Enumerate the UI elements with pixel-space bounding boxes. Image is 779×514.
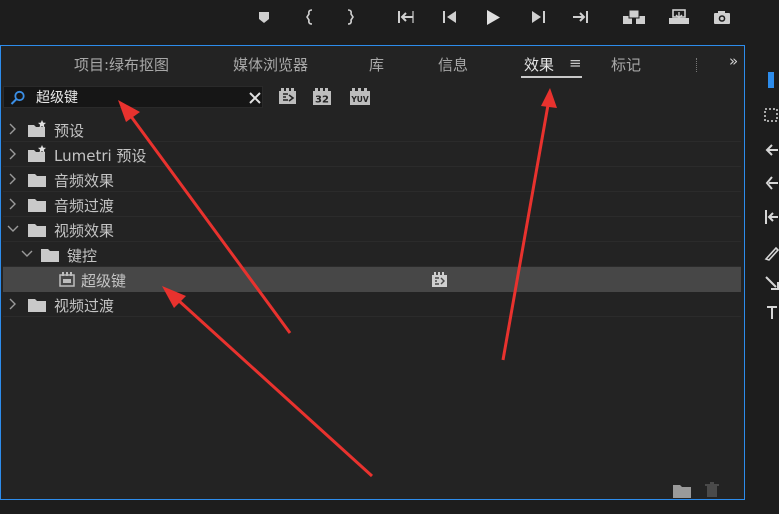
- tree-item-audio-effects[interactable]: 音频效果: [3, 167, 741, 192]
- tab-markers[interactable]: 标记: [611, 54, 641, 75]
- 32-bit-label: 32: [315, 95, 329, 106]
- tree-item-keying[interactable]: 键控: [3, 242, 741, 267]
- more-tabs-icon[interactable]: »: [729, 52, 738, 70]
- tree-item-video-effects[interactable]: 视频效果: [3, 217, 741, 242]
- chevron-down-icon[interactable]: [7, 222, 19, 236]
- tree-item-label: Lumetri 预设: [54, 147, 147, 165]
- tree-item-audio-transitions[interactable]: 音频过渡: [3, 192, 741, 217]
- chevron-right-icon[interactable]: [7, 122, 19, 136]
- tree-item-label: 预设: [54, 122, 85, 140]
- tree-item-label: 音频过渡: [54, 197, 115, 215]
- play-icon[interactable]: [483, 8, 503, 26]
- search-input[interactable]: [36, 88, 236, 106]
- 32-bit-icon[interactable]: 32: [312, 88, 332, 106]
- step-back-icon[interactable]: [440, 8, 460, 26]
- selection-tool-icon[interactable]: [764, 72, 779, 88]
- search-icon: [10, 90, 26, 110]
- new-bin-icon[interactable]: [673, 483, 691, 502]
- search-box: [3, 86, 263, 108]
- mark-in-icon[interactable]: [300, 8, 320, 26]
- go-to-out-icon[interactable]: [570, 8, 590, 26]
- insert-icon[interactable]: [622, 8, 646, 26]
- mark-out-icon[interactable]: [340, 8, 360, 26]
- tree-item-label: 音频效果: [54, 172, 115, 190]
- slip-tool-icon[interactable]: [764, 275, 779, 291]
- tools-panel: [761, 60, 779, 360]
- yuv-icon[interactable]: YUV: [349, 88, 371, 105]
- track-select-icon[interactable]: [764, 108, 779, 124]
- tab-libraries[interactable]: 库: [369, 54, 384, 75]
- folder-icon: [41, 249, 59, 262]
- tree-item-label: 键控: [67, 247, 98, 265]
- rate-stretch-icon[interactable]: [764, 209, 779, 225]
- accelerated-effects-icon: [432, 272, 447, 287]
- accelerated-effects-icon[interactable]: [278, 88, 298, 105]
- yuv-label: YUV: [350, 95, 369, 104]
- folder-icon: [28, 224, 46, 237]
- ripple-edit-icon[interactable]: [764, 142, 779, 158]
- tab-effects[interactable]: 效果: [524, 54, 554, 75]
- chevron-right-icon[interactable]: [7, 172, 19, 186]
- tab-divider: [696, 58, 698, 72]
- tree-item-label: 视频过渡: [54, 297, 115, 315]
- tree-item-ultra-key[interactable]: 超级键: [3, 267, 741, 292]
- tree-item-lumetri-presets[interactable]: Lumetri 预设: [3, 142, 741, 167]
- preset-folder-icon: [28, 120, 46, 137]
- chevron-right-icon[interactable]: [7, 147, 19, 161]
- chevron-down-icon[interactable]: [21, 247, 33, 261]
- marker-icon[interactable]: [254, 8, 274, 26]
- pen-tool-icon[interactable]: [764, 305, 779, 321]
- preset-folder-icon: [28, 145, 46, 162]
- overwrite-icon[interactable]: [668, 8, 690, 26]
- chevron-right-icon[interactable]: [7, 297, 19, 311]
- chevron-right-icon[interactable]: [7, 197, 19, 211]
- export-frame-icon[interactable]: [712, 8, 732, 26]
- effect-icon: [59, 272, 75, 287]
- clear-search-icon[interactable]: [248, 90, 262, 109]
- tab-media-browser[interactable]: 媒体浏览器: [233, 54, 308, 75]
- tree-item-label: 视频效果: [54, 222, 115, 240]
- panel-tab-bar: 项目:绿布抠图 媒体浏览器 库 信息 效果 ≡ 标记 »: [1, 46, 744, 84]
- tab-project[interactable]: 项目:绿布抠图: [74, 54, 169, 75]
- trash-icon[interactable]: [704, 482, 720, 502]
- effects-panel: 项目:绿布抠图 媒体浏览器 库 信息 效果 ≡ 标记 » 32 YUV 预设: [0, 45, 745, 500]
- tree-item-video-transitions[interactable]: 视频过渡: [3, 292, 741, 317]
- razor-tool-icon[interactable]: [764, 245, 779, 261]
- folder-icon: [28, 199, 46, 212]
- folder-icon: [28, 299, 46, 312]
- transport-toolbar: [0, 0, 779, 38]
- tree-item-presets[interactable]: 预设: [3, 117, 741, 142]
- panel-menu-icon[interactable]: ≡: [569, 54, 582, 72]
- active-tab-indicator: [521, 76, 582, 78]
- tab-info[interactable]: 信息: [438, 54, 468, 75]
- rolling-edit-icon[interactable]: [764, 175, 779, 191]
- go-to-in-icon[interactable]: [396, 8, 416, 26]
- folder-icon: [28, 174, 46, 187]
- effects-tree: 预设 Lumetri 预设 音频效果 音频过渡 视频效果 键控 超级键 视频过渡: [3, 117, 741, 317]
- tree-item-label: 超级键: [81, 272, 127, 290]
- step-forward-icon[interactable]: [528, 8, 548, 26]
